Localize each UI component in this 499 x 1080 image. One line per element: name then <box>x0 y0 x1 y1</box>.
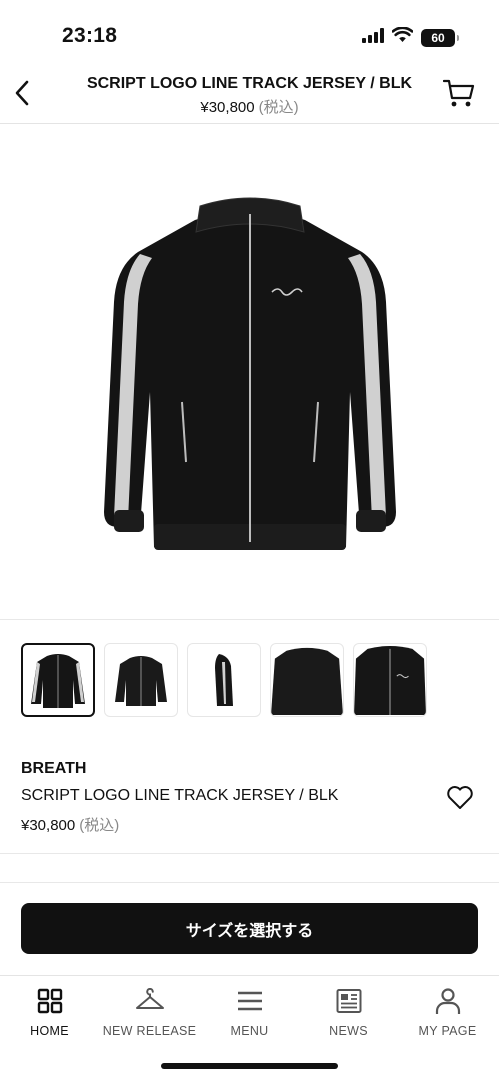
chevron-left-icon <box>15 80 29 106</box>
tab-label: MENU <box>230 1024 269 1038</box>
tab-my-page[interactable]: MY PAGE <box>398 984 497 1038</box>
jersey-front-alt-thumb <box>115 656 167 706</box>
status-icons: 60 <box>362 26 459 48</box>
back-button[interactable] <box>8 76 36 110</box>
thumbnail-strip <box>21 643 427 717</box>
select-size-button[interactable]: サイズを選択する <box>21 903 478 954</box>
thumbnail-detail[interactable] <box>353 643 427 717</box>
wifi-icon <box>391 26 414 48</box>
jersey-back-thumb <box>271 647 343 716</box>
cart-button[interactable] <box>441 76 477 110</box>
tab-news[interactable]: NEWS <box>299 984 398 1038</box>
tab-new-release[interactable]: NEW RELEASE <box>100 984 199 1038</box>
thumbnail-front[interactable] <box>21 643 95 717</box>
grid-icon <box>37 984 63 1018</box>
status-time: 23:18 <box>62 24 118 47</box>
page-title: SCRIPT LOGO LINE TRACK JERSEY / BLK <box>86 75 413 92</box>
newspaper-icon <box>336 984 362 1018</box>
jersey-detail-thumb <box>354 645 426 716</box>
jersey-side-thumb <box>215 654 233 706</box>
thumbnail-side[interactable] <box>187 643 261 717</box>
main-product-image[interactable] <box>0 125 499 620</box>
tab-label: NEWS <box>329 1024 368 1038</box>
tab-label: MY PAGE <box>418 1024 477 1038</box>
track-jersey-image <box>103 197 396 550</box>
product-tax-label: (税込) <box>79 817 120 834</box>
battery-icon: 60 <box>421 28 459 47</box>
tab-label: HOME <box>30 1024 69 1038</box>
product-info: BREATH SCRIPT LOGO LINE TRACK JERSEY / B… <box>21 760 478 835</box>
signal-icon <box>362 27 384 48</box>
tab-home[interactable]: HOME <box>0 984 99 1038</box>
thumbnail-front-alt[interactable] <box>104 643 178 717</box>
favorite-button[interactable] <box>445 783 475 811</box>
product-price-line: ¥30,800 (税込) <box>21 814 478 835</box>
hanger-icon <box>135 984 165 1018</box>
thumbnail-back[interactable] <box>270 643 344 717</box>
jersey-front-thumb <box>31 654 85 708</box>
header-price-line: ¥30,800 (税込) <box>60 96 439 117</box>
person-icon <box>435 984 461 1018</box>
divider <box>0 853 499 854</box>
menu-icon <box>237 984 263 1018</box>
cart-icon <box>443 79 475 107</box>
heart-icon <box>447 785 473 809</box>
home-indicator <box>161 1063 338 1069</box>
tab-label: NEW RELEASE <box>102 1024 197 1038</box>
brand-name: BREATH <box>21 760 87 777</box>
tab-menu[interactable]: MENU <box>200 984 299 1038</box>
product-name: SCRIPT LOGO LINE TRACK JERSEY / BLK <box>21 787 339 804</box>
divider <box>0 882 499 883</box>
product-price: ¥30,800 <box>21 817 76 834</box>
header-tax-label: (税込) <box>258 99 299 116</box>
header-price: ¥30,800 <box>200 99 255 116</box>
status-bar: 23:18 60 <box>0 0 499 62</box>
nav-header: SCRIPT LOGO LINE TRACK JERSEY / BLK ¥30,… <box>0 62 499 124</box>
